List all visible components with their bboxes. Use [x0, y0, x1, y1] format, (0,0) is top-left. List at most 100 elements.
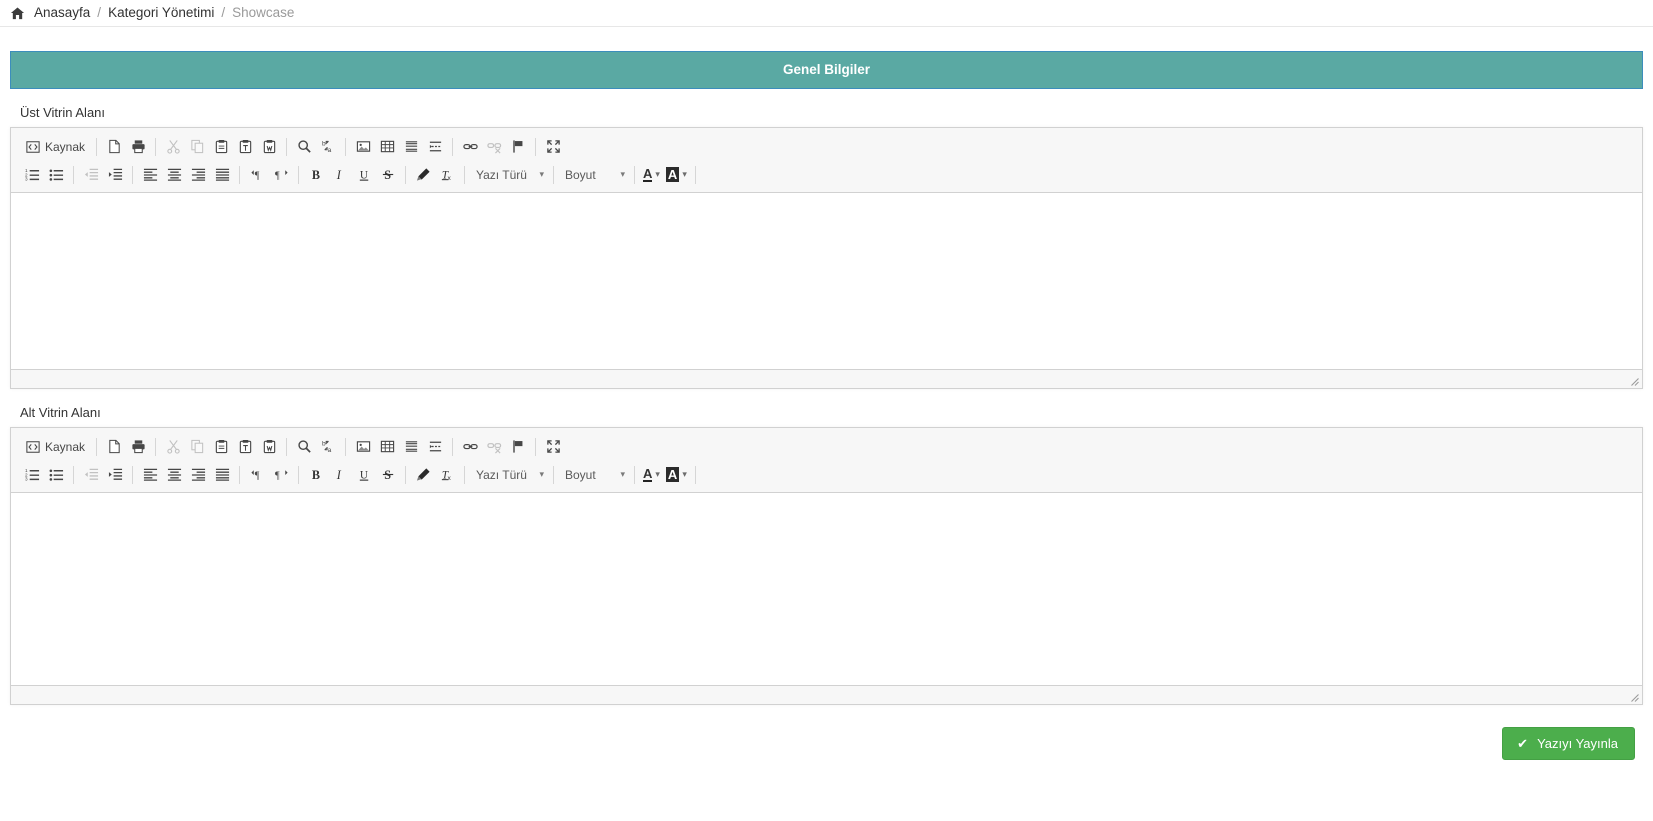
- anchor-flag-icon[interactable]: [507, 436, 529, 458]
- breadcrumb-item-kategori-yonetimi[interactable]: Kategori Yönetimi: [108, 6, 214, 20]
- toolbar-row-2: 123 ¶ ¶ B I U S T x Yazı Türü ▾ Boyut ▾ …: [14, 161, 1639, 188]
- unlink-icon: [483, 136, 505, 158]
- numbered-list-icon[interactable]: 123: [21, 464, 43, 486]
- toolbar-separator: [132, 165, 133, 184]
- text-color-button[interactable]: A ▾: [640, 464, 663, 486]
- remove-text-format-icon[interactable]: Tx: [436, 164, 458, 186]
- link-icon[interactable]: [459, 136, 481, 158]
- page-break-icon[interactable]: [424, 136, 446, 158]
- paste-icon[interactable]: [210, 436, 232, 458]
- editor-content-area-alt-vitrin[interactable]: [11, 493, 1642, 686]
- toolbar-separator: [535, 137, 537, 156]
- font-size-select[interactable]: Boyut ▾: [559, 464, 629, 486]
- remove-format-icon[interactable]: [412, 464, 434, 486]
- text-direction-ltr-icon[interactable]: ¶: [246, 164, 268, 186]
- font-family-select[interactable]: Yazı Türü ▾: [470, 164, 548, 186]
- paste-word-icon[interactable]: [258, 136, 280, 158]
- chevron-down-icon: ▾: [620, 469, 625, 480]
- replace-icon[interactable]: ba: [317, 136, 339, 158]
- toolbar-separator: [298, 165, 299, 184]
- resize-handle-icon[interactable]: [1628, 375, 1640, 387]
- paste-text-icon[interactable]: [234, 436, 256, 458]
- strikethrough-icon[interactable]: S: [377, 464, 399, 486]
- toolbar-separator: [73, 165, 74, 184]
- print-icon[interactable]: [127, 436, 149, 458]
- page-break-icon[interactable]: [424, 436, 446, 458]
- align-center-icon[interactable]: [163, 464, 185, 486]
- svg-text:I: I: [335, 168, 341, 182]
- maximize-icon[interactable]: [542, 136, 564, 158]
- source-button[interactable]: Kaynak: [21, 136, 90, 158]
- align-center-icon[interactable]: [163, 164, 185, 186]
- bulleted-list-icon[interactable]: [45, 464, 67, 486]
- text-color-button[interactable]: A ▾: [640, 164, 663, 186]
- chevron-down-icon: ▾: [655, 469, 660, 480]
- toolbar-separator: [345, 437, 347, 456]
- print-icon[interactable]: [127, 136, 149, 158]
- toolbar-separator: [464, 465, 465, 484]
- paste-icon[interactable]: [210, 136, 232, 158]
- home-icon[interactable]: [10, 6, 25, 21]
- text-direction-rtl-icon[interactable]: ¶: [270, 164, 292, 186]
- remove-format-icon[interactable]: [412, 164, 434, 186]
- increase-indent-icon[interactable]: [104, 164, 126, 186]
- background-color-button[interactable]: A ▾: [663, 164, 690, 186]
- align-justify-icon[interactable]: [211, 464, 233, 486]
- resize-handle-icon[interactable]: [1628, 691, 1640, 703]
- font-family-select[interactable]: Yazı Türü ▾: [470, 464, 548, 486]
- strikethrough-icon[interactable]: S: [377, 164, 399, 186]
- maximize-icon[interactable]: [542, 436, 564, 458]
- text-direction-ltr-icon[interactable]: ¶: [246, 464, 268, 486]
- toolbar-separator: [96, 137, 98, 156]
- toolbar-separator: [452, 137, 454, 156]
- table-icon[interactable]: [376, 436, 398, 458]
- anchor-flag-icon[interactable]: [507, 136, 529, 158]
- search-icon[interactable]: [293, 436, 315, 458]
- remove-text-format-icon[interactable]: Tx: [436, 464, 458, 486]
- toolbar-separator: [239, 465, 240, 484]
- increase-indent-icon[interactable]: [104, 464, 126, 486]
- align-left-icon[interactable]: [139, 464, 161, 486]
- bold-icon[interactable]: B: [305, 464, 327, 486]
- image-icon[interactable]: [352, 136, 374, 158]
- align-justify-icon[interactable]: [211, 164, 233, 186]
- image-icon[interactable]: [352, 436, 374, 458]
- breadcrumb-item-showcase: Showcase: [232, 5, 295, 21]
- paste-text-icon[interactable]: [234, 136, 256, 158]
- search-icon[interactable]: [293, 136, 315, 158]
- svg-text:¶: ¶: [254, 470, 259, 481]
- table-icon[interactable]: [376, 136, 398, 158]
- publish-button[interactable]: ✔ Yazıyı Yayınla: [1502, 727, 1635, 761]
- numbered-list-icon[interactable]: 123: [21, 164, 43, 186]
- paste-word-icon[interactable]: [258, 436, 280, 458]
- font-size-select[interactable]: Boyut ▾: [559, 164, 629, 186]
- new-page-icon[interactable]: [103, 436, 125, 458]
- align-right-icon[interactable]: [187, 164, 209, 186]
- align-right-icon[interactable]: [187, 464, 209, 486]
- svg-text:¶: ¶: [274, 170, 279, 181]
- underline-icon[interactable]: U: [353, 164, 375, 186]
- toolbar-row-2: 123 ¶ ¶ B I U S T x Yazı Türü ▾ Boyut ▾ …: [14, 461, 1639, 488]
- link-icon[interactable]: [459, 436, 481, 458]
- svg-text:B: B: [311, 468, 319, 482]
- align-left-icon[interactable]: [139, 164, 161, 186]
- page-content: Genel Bilgiler Üst Vitrin Alanı Kaynak b…: [0, 27, 1653, 761]
- italic-icon[interactable]: I: [329, 164, 351, 186]
- underline-icon[interactable]: U: [353, 464, 375, 486]
- breadcrumb-item-anasayfa[interactable]: Anasayfa: [34, 6, 90, 20]
- source-button[interactable]: Kaynak: [21, 436, 90, 458]
- check-icon: ✔: [1517, 736, 1529, 752]
- horizontal-rule-icon[interactable]: [400, 136, 422, 158]
- replace-icon[interactable]: ba: [317, 436, 339, 458]
- horizontal-rule-icon[interactable]: [400, 436, 422, 458]
- text-direction-rtl-icon[interactable]: ¶: [270, 464, 292, 486]
- bold-icon[interactable]: B: [305, 164, 327, 186]
- new-page-icon[interactable]: [103, 136, 125, 158]
- editor-content-area-ust-vitrin[interactable]: [11, 193, 1642, 370]
- background-color-button[interactable]: A ▾: [663, 464, 690, 486]
- bulleted-list-icon[interactable]: [45, 164, 67, 186]
- italic-icon[interactable]: I: [329, 464, 351, 486]
- toolbar-separator: [634, 165, 635, 184]
- toolbar-separator: [535, 437, 537, 456]
- cut-icon: [162, 136, 184, 158]
